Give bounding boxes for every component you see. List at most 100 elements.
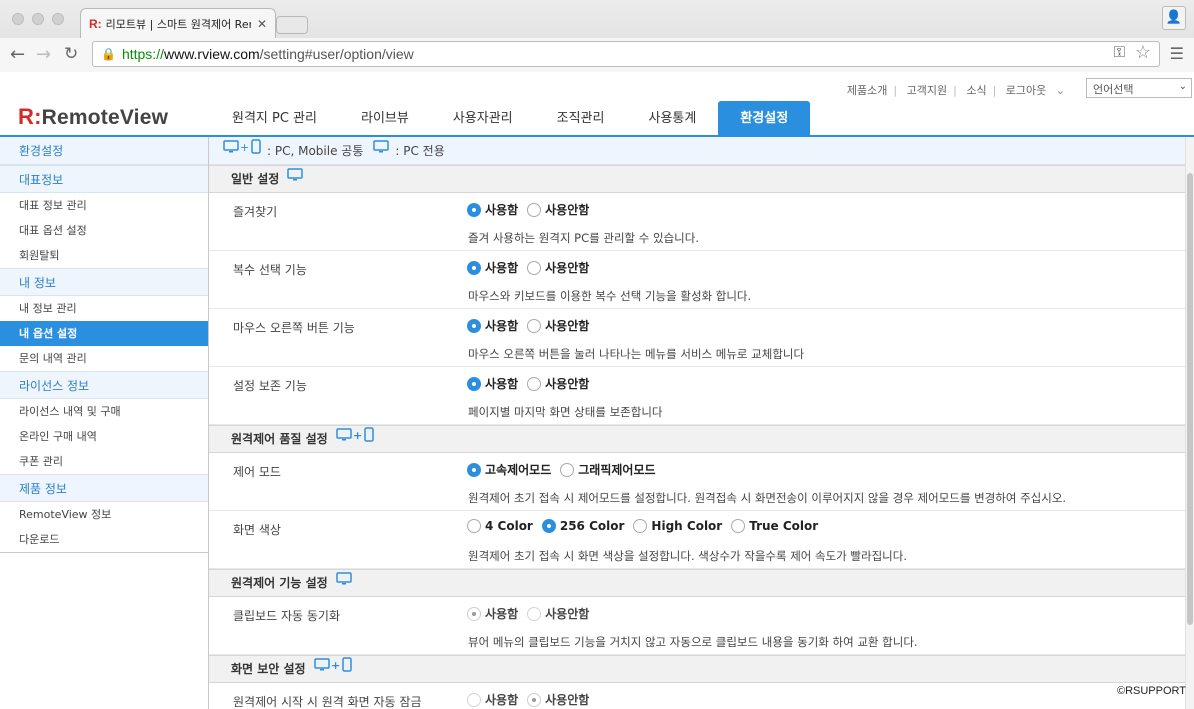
lock-icon: 🔒 (101, 47, 116, 61)
sidebar-item-coupons[interactable]: 쿠폰 관리 (0, 449, 208, 474)
favicon-icon: R: (89, 16, 102, 31)
radio-option[interactable]: 사용안함 (527, 259, 589, 276)
sidebar-item-my-options[interactable]: 내 옵션 설정 (0, 321, 208, 346)
section-header: 원격제어 품질 설정 + (209, 425, 1185, 453)
radio-option[interactable]: 256 Color (541, 519, 624, 533)
section-title: 화면 보안 설정 (231, 662, 306, 676)
svg-text:+: + (331, 659, 340, 672)
radio-unselected-icon[interactable] (527, 202, 542, 217)
address-bar[interactable]: 🔒 https://www.rview.com/setting#user/opt… (92, 41, 1160, 67)
sidebar-item-inquiries[interactable]: 문의 내역 관리 (0, 346, 208, 371)
radio-option[interactable]: 사용안함 (527, 375, 589, 392)
chevron-down-icon[interactable]: ⌄ (1056, 84, 1065, 97)
radio-unselected-icon[interactable] (467, 519, 481, 533)
new-tab-button[interactable] (276, 16, 308, 34)
top-link-logout[interactable]: 로그아웃 (1006, 84, 1046, 97)
radio-unselected-icon[interactable] (527, 606, 542, 621)
forward-arrow-icon[interactable]: → (36, 44, 51, 65)
radio-option-label: 사용함 (485, 261, 519, 275)
radio-selected-icon[interactable] (467, 376, 481, 391)
tab-close-icon[interactable]: ✕ (257, 17, 267, 31)
sidebar-group-product[interactable]: 제품 정보 (0, 474, 208, 502)
pc-icon (287, 165, 305, 193)
url-host: www.rview.com (163, 46, 260, 62)
nav-statistics[interactable]: 사용통계 (626, 101, 718, 136)
sidebar-group-my-info[interactable]: 내 정보 (0, 268, 208, 296)
scrollbar[interactable] (1185, 137, 1194, 709)
setting-label: 복수 선택 기능 (233, 263, 307, 277)
radio-unselected-icon[interactable] (731, 519, 746, 533)
nav-remote-pc[interactable]: 원격지 PC 관리 (210, 101, 339, 136)
radio-option[interactable]: 사용안함 (527, 317, 589, 334)
radio-option[interactable]: 사용함 (467, 317, 518, 334)
section-title: 원격제어 기능 설정 (231, 576, 328, 590)
sidebar-item-about[interactable]: RemoteView 정보 (0, 502, 208, 527)
zoom-window-button[interactable] (52, 13, 64, 25)
top-link-support[interactable]: 고객지원 (907, 84, 947, 97)
logo[interactable]: R:RemoteView (18, 104, 168, 130)
radio-option[interactable]: 사용함 (467, 691, 518, 708)
radio-option[interactable]: 4 Color (467, 519, 533, 533)
radio-selected-icon[interactable] (467, 318, 481, 333)
sidebar-item-download[interactable]: 다운로드 (0, 527, 208, 552)
radio-unselected-icon[interactable] (633, 519, 648, 533)
main-nav: 원격지 PC 관리 라이브뷰 사용자관리 조직관리 사용통계 환경설정 (210, 101, 811, 136)
radio-option[interactable]: 사용함 (467, 375, 518, 392)
minimize-window-button[interactable] (32, 13, 44, 25)
radio-selected-icon[interactable] (467, 202, 481, 217)
pc-mobile-icon: + (313, 655, 354, 683)
sidebar-group-license[interactable]: 라이선스 정보 (0, 371, 208, 399)
radio-selected-icon[interactable] (541, 519, 556, 533)
radio-option[interactable]: 고속제어모드 (467, 461, 551, 478)
radio-unselected-icon[interactable] (560, 462, 575, 477)
nav-settings[interactable]: 환경설정 (718, 101, 811, 136)
radio-option[interactable]: High Color (633, 519, 722, 533)
profile-icon[interactable]: 👤 (1162, 6, 1186, 30)
key-icon[interactable]: ⚿ (1114, 44, 1125, 61)
sidebar-title[interactable]: 환경설정 (0, 137, 208, 165)
radio-selected-icon[interactable] (527, 692, 542, 707)
radio-option[interactable]: 사용안함 (527, 201, 589, 218)
language-select[interactable]: 언어선택 ⌄ (1086, 78, 1192, 98)
radio-unselected-icon[interactable] (527, 318, 542, 333)
sidebar-item-online-purchases[interactable]: 온라인 구매 내역 (0, 424, 208, 449)
radio-option[interactable]: 사용안함 (527, 605, 589, 622)
radio-selected-icon[interactable] (467, 606, 481, 621)
radio-unselected-icon[interactable] (527, 260, 542, 275)
nav-organization[interactable]: 조직관리 (535, 101, 627, 136)
pc-mobile-icon: + (223, 137, 263, 165)
browser-tab[interactable]: R: 리모트뷰 | 스마트 원격제어 Rem ✕ (80, 8, 276, 38)
close-window-button[interactable] (12, 13, 24, 25)
nav-users[interactable]: 사용자관리 (431, 101, 535, 136)
radio-unselected-icon[interactable] (527, 376, 542, 391)
bookmark-star-icon[interactable]: ☆ (1135, 42, 1151, 63)
radio-selected-icon[interactable] (467, 462, 481, 477)
radio-option[interactable]: 사용함 (467, 259, 518, 276)
top-link-news[interactable]: 소식 (966, 84, 986, 97)
radio-selected-icon[interactable] (467, 260, 481, 275)
radio-option[interactable]: 사용함 (467, 201, 518, 218)
setting-label: 제어 모드 (233, 465, 281, 479)
section-header: 원격제어 기능 설정 (209, 569, 1185, 597)
sidebar-item-license-history[interactable]: 라이선스 내역 및 구매 (0, 399, 208, 424)
radio-option-label: 사용함 (485, 693, 519, 707)
sidebar-group-representative[interactable]: 대표정보 (0, 165, 208, 193)
top-link-products[interactable]: 제품소개 (847, 84, 887, 97)
nav-liveview[interactable]: 라이브뷰 (339, 101, 431, 136)
sidebar-item-rep-options[interactable]: 대표 옵션 설정 (0, 218, 208, 243)
radio-option[interactable]: True Color (731, 519, 818, 533)
radio-option[interactable]: 사용안함 (527, 691, 589, 708)
radio-unselected-icon[interactable] (467, 692, 481, 707)
back-arrow-icon[interactable]: ← (10, 44, 25, 65)
section-header: 화면 보안 설정 + (209, 655, 1185, 683)
setting-row: 원격제어 시작 시 원격 화면 자동 잠금 사용함 사용안함 (209, 683, 1185, 709)
sidebar-item-my-info[interactable]: 내 정보 관리 (0, 296, 208, 321)
menu-icon[interactable]: ☰ (1170, 44, 1184, 63)
radio-option[interactable]: 사용함 (467, 605, 518, 622)
sidebar-item-withdraw[interactable]: 회원탈퇴 (0, 243, 208, 268)
scrollbar-thumb[interactable] (1187, 173, 1193, 625)
radio-option[interactable]: 그래픽제어모드 (560, 461, 656, 478)
sidebar-item-rep-info[interactable]: 대표 정보 관리 (0, 193, 208, 218)
settings-sections: 일반 설정 즐겨찾기 사용함 사용안함 즐겨 사용하는 원격지 PC를 관리할 수 있습… (209, 165, 1185, 709)
reload-icon[interactable]: ↻ (64, 44, 78, 64)
